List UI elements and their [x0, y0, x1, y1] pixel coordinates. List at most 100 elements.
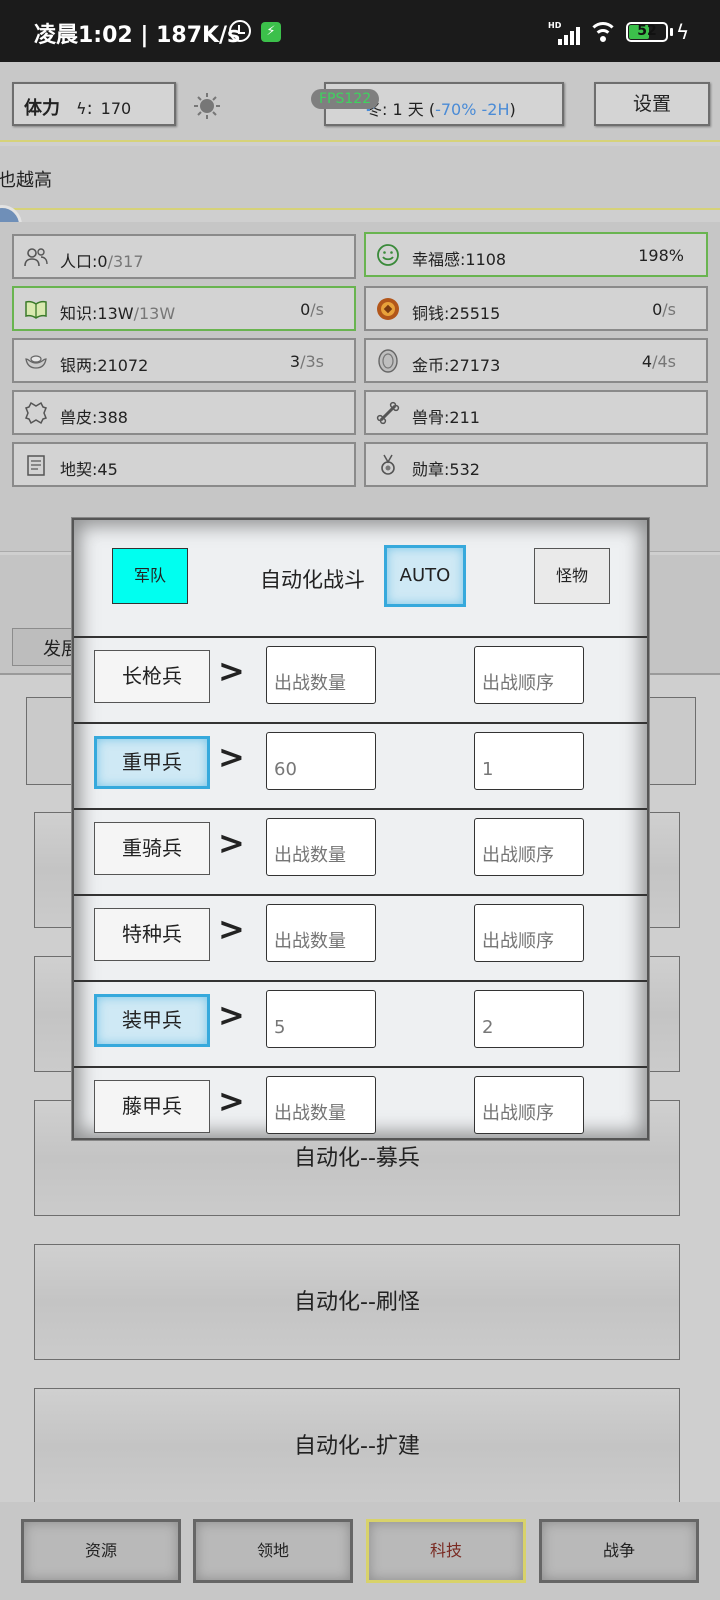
- resource-rate-unit: /4s: [652, 352, 676, 371]
- resource-name: 兽骨:211: [412, 408, 480, 427]
- smile-icon: [377, 244, 399, 266]
- signal-icon: [552, 25, 582, 45]
- battery-tip: [670, 28, 673, 36]
- deploy-count-input[interactable]: [266, 904, 376, 962]
- deploy-order-input[interactable]: [474, 904, 584, 962]
- resource-cap: /317: [107, 252, 144, 271]
- deed-icon: [27, 455, 45, 476]
- medal-icon: [381, 454, 395, 475]
- unit-button-selected[interactable]: 重甲兵: [94, 736, 210, 789]
- bone-icon: [376, 401, 400, 425]
- sun-icon[interactable]: [193, 92, 221, 120]
- resource-gold[interactable]: 金币:27173 4/4s: [364, 338, 708, 383]
- resource-name: 兽皮:388: [60, 408, 128, 427]
- resource-name: 地契:45: [60, 460, 118, 479]
- monster-tab[interactable]: 怪物: [534, 548, 610, 604]
- unit-button[interactable]: 特种兵: [94, 908, 210, 961]
- resource-name: 铜钱:25515: [412, 304, 501, 323]
- battery-icon: 52: [626, 22, 668, 42]
- stamina-value: 170: [100, 99, 132, 118]
- hide-icon: [25, 401, 47, 425]
- resource-bone[interactable]: 兽骨:211: [364, 390, 708, 435]
- deploy-count-input[interactable]: [266, 732, 376, 790]
- deploy-order-input[interactable]: [474, 990, 584, 1048]
- arrow-icon: >: [218, 996, 245, 1034]
- unit-button[interactable]: 藤甲兵: [94, 1080, 210, 1133]
- resource-hide[interactable]: 兽皮:388: [12, 390, 356, 435]
- clock-and-speed: 凌晨1:02 | 187K/s: [34, 23, 241, 48]
- arrow-icon: >: [218, 652, 245, 690]
- arrow-icon: >: [218, 910, 245, 948]
- charging-app-icon: ⚡: [261, 22, 281, 42]
- resource-copper[interactable]: 铜钱:25515 0/s: [364, 286, 708, 331]
- resource-medal[interactable]: 勋章:532: [364, 442, 708, 487]
- resource-rate: 0: [652, 300, 663, 319]
- fps-counter: FPS122: [311, 89, 380, 109]
- deploy-count-input[interactable]: [266, 818, 376, 876]
- unit-row: 重甲兵 >: [74, 722, 647, 808]
- deploy-count-input[interactable]: [266, 646, 376, 704]
- resource-rate-unit: /3s: [300, 352, 324, 371]
- notice-bar: 也越高: [0, 146, 720, 210]
- resource-knowledge[interactable]: 知识:13W/13W 0/s: [12, 286, 356, 331]
- resource-name: 金币:27173: [412, 356, 501, 375]
- bottom-nav: 资源 领地 科技 战争: [0, 1502, 720, 1600]
- gold-coin-icon: [378, 349, 398, 373]
- battery-level: 52: [637, 23, 657, 39]
- lightning-icon: ϟ: [76, 99, 87, 118]
- nav-technology[interactable]: 科技: [366, 1519, 526, 1583]
- unit-button[interactable]: 重骑兵: [94, 822, 210, 875]
- copper-coin-icon: [377, 298, 399, 320]
- unit-button-selected[interactable]: 装甲兵: [94, 994, 210, 1047]
- people-icon: [24, 248, 48, 267]
- nav-territory[interactable]: 领地: [193, 1519, 353, 1583]
- resource-rate: 0: [300, 300, 311, 319]
- resource-rate-unit: /s: [310, 300, 324, 319]
- status-bar: 凌晨1:02 | 187K/s ⚡ HD 52 ϟ: [0, 0, 720, 62]
- silver-ingot-icon: [25, 355, 47, 369]
- settings-button[interactable]: 设置: [594, 82, 710, 126]
- resource-grid: 人口:0/317 幸福感:1108 198% 知识:13W/13W 0/s 铜钱…: [0, 222, 720, 552]
- stamina-label: 体力: [24, 98, 60, 119]
- deploy-order-input[interactable]: [474, 818, 584, 876]
- unit-button[interactable]: 长枪兵: [94, 650, 210, 703]
- charging-bolt-icon: ϟ: [676, 20, 690, 44]
- automation-expand-panel[interactable]: 自动化--扩建: [34, 1388, 680, 1504]
- auto-battle-dialog: 军队 自动化战斗 AUTO 怪物 长枪兵 > 重甲兵 > 重骑兵 > 特种兵 >…: [72, 518, 649, 1140]
- resource-rate-unit: /s: [662, 300, 676, 319]
- resource-silver[interactable]: 银两:21072 3/3s: [12, 338, 356, 383]
- deploy-order-input[interactable]: [474, 646, 584, 704]
- dialog-title: 自动化战斗: [260, 568, 365, 592]
- resource-rate: 4: [641, 352, 653, 371]
- happiness-percent: 198%: [638, 246, 684, 265]
- stamina-separator: :: [86, 98, 93, 119]
- deploy-order-input[interactable]: [474, 1076, 584, 1134]
- unit-row: 特种兵 >: [74, 894, 647, 980]
- nav-resources[interactable]: 资源: [21, 1519, 181, 1583]
- army-tab[interactable]: 军队: [112, 548, 188, 604]
- notice-text: 也越高: [0, 170, 52, 191]
- resource-rate: 3: [289, 352, 301, 371]
- resource-cap: /13W: [133, 304, 176, 323]
- unit-row: 重骑兵 >: [74, 808, 647, 894]
- resource-happiness[interactable]: 幸福感:1108 198%: [364, 232, 708, 277]
- auto-toggle-button[interactable]: AUTO: [384, 545, 466, 607]
- book-icon: [25, 300, 47, 319]
- deploy-count-input[interactable]: [266, 1076, 376, 1134]
- deploy-count-input[interactable]: [266, 990, 376, 1048]
- arrow-icon: >: [218, 738, 245, 776]
- alarm-icon: [229, 20, 251, 42]
- resource-population[interactable]: 人口:0/317: [12, 234, 356, 279]
- season-effect: -70% -2H: [435, 100, 510, 119]
- resource-deed[interactable]: 地契:45: [12, 442, 356, 487]
- unit-row: 长枪兵 >: [74, 636, 647, 722]
- resource-name: 人口:0: [60, 252, 108, 271]
- stamina-box: 体力 ϟ: 170: [12, 82, 176, 126]
- resource-name: 知识:13W: [60, 304, 134, 323]
- arrow-icon: >: [218, 1082, 245, 1120]
- wifi-icon: [588, 20, 618, 46]
- nav-war[interactable]: 战争: [539, 1519, 699, 1583]
- automation-monster-panel[interactable]: 自动化--刷怪: [34, 1244, 680, 1360]
- deploy-order-input[interactable]: [474, 732, 584, 790]
- resource-name: 勋章:532: [412, 460, 480, 479]
